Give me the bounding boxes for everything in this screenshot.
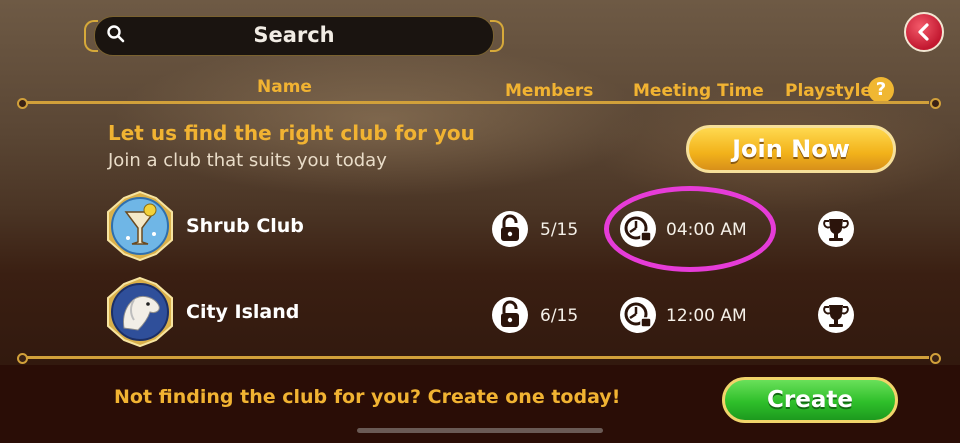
back-button[interactable] [904,12,944,52]
club-row[interactable]: City Island 6/15 12:00 AM [0,276,960,356]
help-icon[interactable]: ? [868,77,894,103]
club-row[interactable]: Shrub Club 5/15 04:00 AM [0,190,960,270]
member-count: 6/15 [540,306,579,326]
promo-title: Let us find the right club for you [108,121,475,145]
create-prompt: Not finding the club for you? Create one… [114,386,621,408]
club-name: City Island [186,301,300,323]
search-bar[interactable]: Search [84,14,504,56]
column-header-members[interactable]: Members [505,81,593,101]
meeting-time: 12:00 AM [666,306,747,326]
cocktail-icon [107,190,173,262]
create-button[interactable]: Create [722,377,898,423]
chevron-left-icon [918,23,929,41]
search-placeholder: Search [253,23,335,47]
annotation-circle [604,186,776,272]
divider-end-right [930,353,941,364]
column-header-name[interactable]: Name [257,77,312,97]
clock-cup-icon [620,297,656,333]
dog-icon [107,276,173,348]
column-header-meeting-time[interactable]: Meeting Time [633,81,764,101]
home-indicator[interactable] [357,428,603,433]
trophy-icon [818,211,854,247]
divider-end-right [930,98,941,109]
lock-open-icon [492,211,528,247]
club-name: Shrub Club [186,215,304,237]
trophy-icon [818,297,854,333]
promo-subtitle: Join a club that suits you today [108,150,387,171]
header-divider [26,101,929,104]
column-header-playstyle[interactable]: Playstyle [785,81,872,101]
lock-open-icon [492,297,528,333]
join-now-button[interactable]: Join Now [686,125,896,173]
footer-divider [26,356,929,359]
member-count: 5/15 [540,220,579,240]
